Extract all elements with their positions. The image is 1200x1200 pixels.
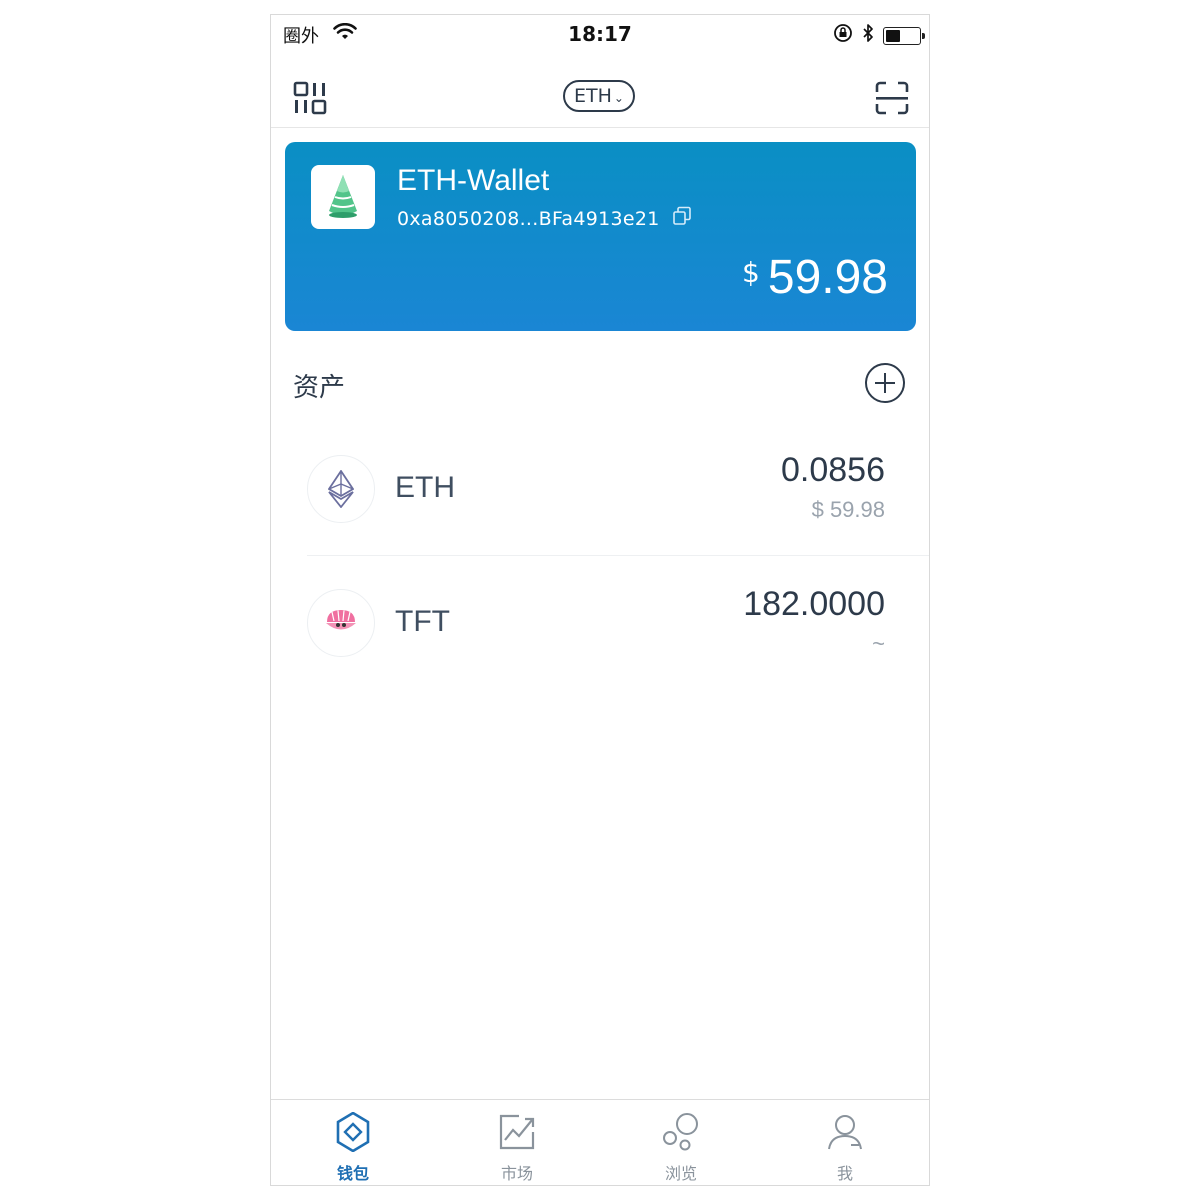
tab-market[interactable]: 市场 <box>435 1100 599 1185</box>
asset-row-tft[interactable]: TFT 182.0000 ~ <box>271 561 929 695</box>
top-nav: ETH ⌄ <box>271 63 929 128</box>
battery-icon <box>883 26 925 45</box>
browse-bubbles-icon <box>661 1112 701 1152</box>
asset-value: ~ <box>872 631 885 656</box>
asset-symbol: ETH <box>395 471 455 504</box>
tft-logo-icon <box>307 589 375 657</box>
asset-row-eth[interactable]: ETH 0.0856 $ 59.98 <box>271 427 929 561</box>
asset-symbol: TFT <box>395 605 450 638</box>
orientation-lock-icon <box>833 23 853 48</box>
wallet-logo <box>311 165 375 229</box>
wallet-icon <box>333 1111 373 1153</box>
tab-browse[interactable]: 浏览 <box>599 1100 763 1185</box>
chain-selector[interactable]: ETH ⌄ <box>563 80 635 112</box>
asset-quantity: 0.0856 <box>781 451 885 489</box>
tab-wallet[interactable]: 钱包 <box>271 1100 435 1185</box>
tab-label: 浏览 <box>664 1164 697 1183</box>
tab-label: 市场 <box>500 1164 533 1183</box>
scan-icon[interactable] <box>875 81 909 119</box>
bluetooth-icon <box>861 23 875 48</box>
add-asset-button[interactable] <box>865 363 905 403</box>
chevron-down-icon: ⌄ <box>613 91 624 105</box>
status-bar: 圈外 18:17 <box>271 15 929 55</box>
receive-qrcode-icon[interactable] <box>293 81 327 119</box>
phone-screen: 圈外 18:17 ETH ⌄ ETH-Wallet 0xa8050208...B… <box>270 14 930 1186</box>
asset-quantity: 182.0000 <box>743 585 885 623</box>
divider <box>307 555 929 556</box>
status-icons <box>833 23 925 48</box>
wallet-card[interactable]: ETH-Wallet 0xa8050208...BFa4913e21 $ 59.… <box>285 142 916 331</box>
assets-title: 资产 <box>293 373 346 403</box>
profile-icon <box>825 1112 865 1152</box>
clock: 18:17 <box>568 22 632 46</box>
chain-selector-label: ETH <box>574 85 612 107</box>
wallet-address: 0xa8050208...BFa4913e21 <box>397 207 660 230</box>
wallet-name: ETH-Wallet <box>397 164 550 197</box>
asset-value: $ 59.98 <box>811 497 885 522</box>
wallet-address-row: 0xa8050208...BFa4913e21 <box>397 206 692 231</box>
tab-label: 我 <box>836 1164 853 1183</box>
eth-logo-icon <box>307 455 375 523</box>
tab-me[interactable]: 我 <box>763 1100 927 1185</box>
balance-amount: 59.98 <box>767 251 888 304</box>
copy-icon[interactable] <box>672 206 692 231</box>
currency-symbol: $ <box>742 256 760 289</box>
bottom-tab-bar: 钱包 市场 浏览 我 <box>271 1099 929 1185</box>
market-chart-icon <box>497 1112 537 1152</box>
tab-label: 钱包 <box>336 1164 369 1183</box>
wallet-balance: $ 59.98 <box>742 250 888 305</box>
